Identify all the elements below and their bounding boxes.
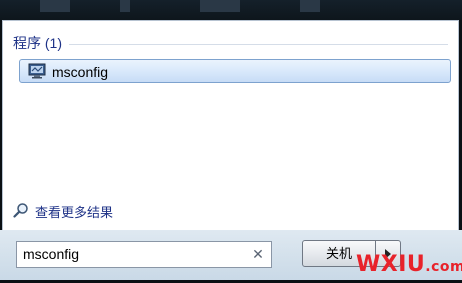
- watermark-logo: WXIU.com: [356, 252, 462, 277]
- background-block: [120, 0, 130, 12]
- see-more-results-label: 查看更多结果: [35, 205, 114, 220]
- search-input-value: msconfig: [23, 246, 80, 262]
- background-block: [300, 0, 320, 12]
- background-strip: [0, 0, 462, 20]
- background-block: [200, 0, 240, 12]
- result-item-msconfig[interactable]: msconfig: [19, 59, 451, 83]
- start-menu-results-panel: 程序 (1) msconfig 查看更多结果: [2, 20, 459, 232]
- programs-group-header: 程序 (1): [13, 35, 62, 51]
- result-item-label: msconfig: [52, 64, 109, 80]
- group-divider: [69, 44, 448, 45]
- search-input[interactable]: msconfig ✕: [16, 241, 272, 268]
- watermark-text: WXIU: [356, 252, 426, 277]
- background-block: [40, 0, 70, 12]
- watermark-suffix: .com: [425, 259, 462, 275]
- system-configuration-icon: [28, 63, 46, 79]
- clear-x-icon[interactable]: ✕: [251, 247, 265, 261]
- magnifier-icon: [13, 203, 28, 218]
